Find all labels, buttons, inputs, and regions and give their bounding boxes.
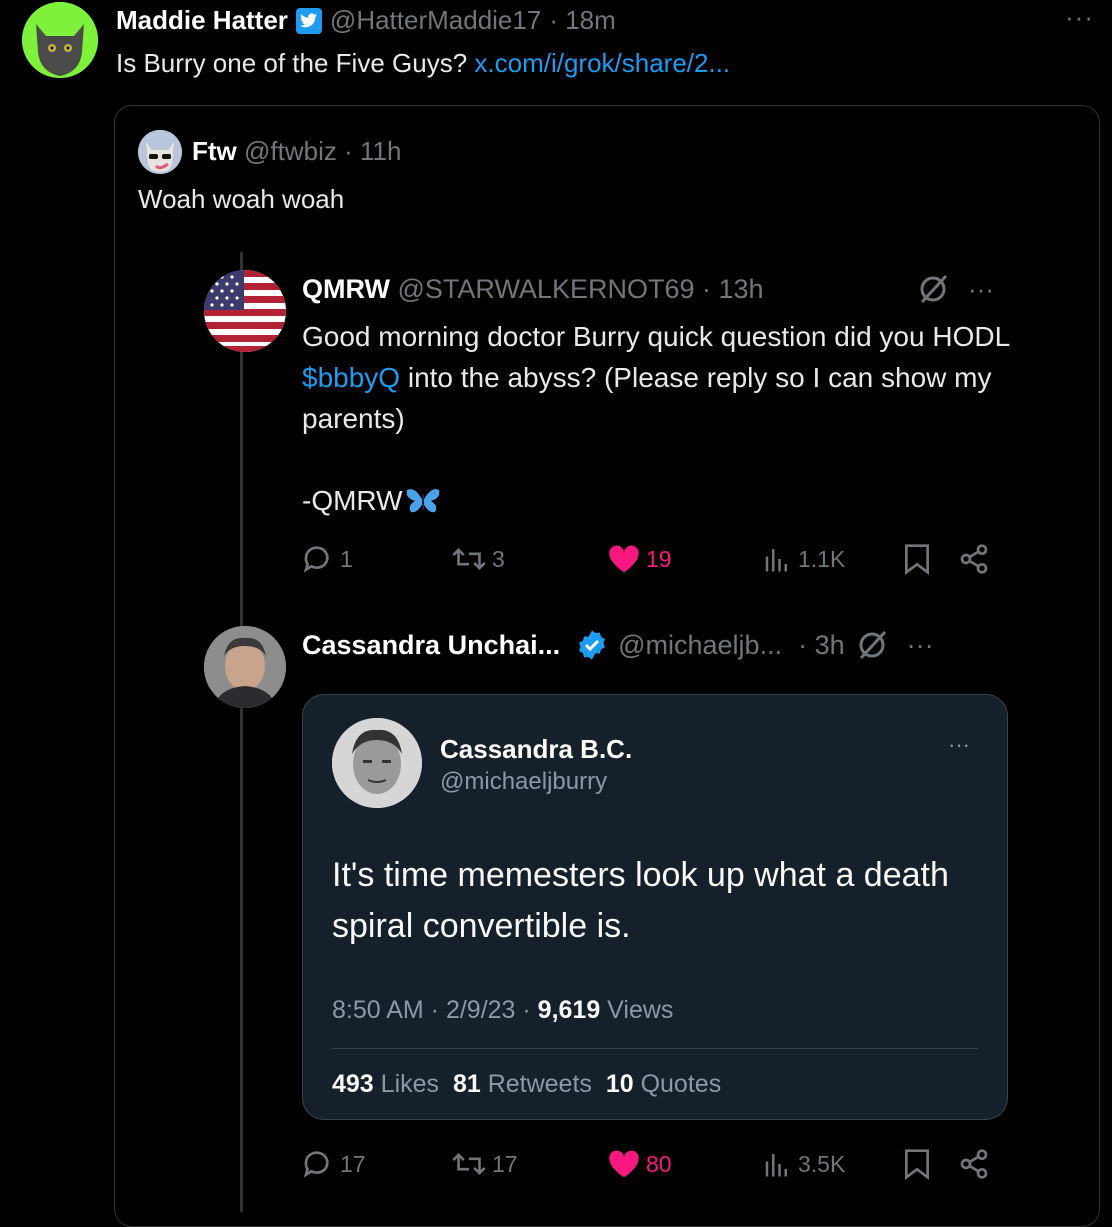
retweet-action: 17	[452, 1149, 608, 1179]
reply-count: 17	[340, 1150, 366, 1177]
reply-header-icons: ···	[916, 272, 994, 306]
avatar	[332, 718, 422, 808]
portrait-avatar-icon	[204, 626, 286, 708]
tweet-text-body: Is Burry one of the Five Guys?	[116, 48, 468, 78]
reply-signature: -QMRW	[302, 485, 403, 516]
reply-author-name: QMRW	[302, 274, 390, 304]
grok-icon	[920, 274, 948, 304]
retweet-count: 17	[492, 1150, 518, 1177]
bookmark-icon	[905, 1149, 929, 1180]
reply-author-name: Cassandra Unchai...	[302, 629, 561, 660]
retweet-icon	[452, 1152, 486, 1176]
quoted-author-row: Ftw @ftwbiz · 11h	[192, 136, 401, 167]
thread-connector-line	[240, 252, 243, 1212]
more-options-icon: ···	[968, 273, 994, 304]
views-action: 1.1K	[762, 544, 902, 574]
retweet-icon	[452, 547, 486, 571]
embedded-retweets-label: Retweets	[480, 1070, 592, 1098]
views-chart-icon	[765, 1154, 787, 1177]
embedded-quotes-count: 10	[605, 1070, 634, 1098]
share-icon	[960, 1149, 988, 1179]
like-action: 80	[608, 1149, 762, 1179]
avatar[interactable]	[22, 2, 98, 78]
like-count: 80	[646, 1150, 672, 1177]
views-action: 3.5K	[762, 1149, 902, 1179]
reply-author-handle: @STARWALKERNOT69	[397, 274, 695, 304]
reply-icon	[303, 1151, 329, 1178]
reply-time: · 3h	[798, 629, 845, 660]
quoted-author-name[interactable]: Ftw	[192, 136, 237, 166]
like-action: 19	[608, 544, 762, 574]
more-options-icon[interactable]: ···	[1065, 2, 1094, 33]
more-options-icon: ···	[948, 732, 970, 757]
reply-text-part: Good morning doctor Burry quick question…	[302, 321, 1010, 352]
reply-author-row: Cassandra Unchai... @michaeljb... · 3h ·…	[302, 628, 934, 662]
cat-avatar-icon	[22, 2, 98, 78]
embedded-tweet-meta: 8:50 AM · 2/9/23 · 9,619 Views	[332, 996, 673, 1025]
author-name[interactable]: Maddie Hatter	[116, 5, 288, 36]
retweet-count: 3	[492, 545, 505, 572]
quoted-tweet-time: · 11h	[344, 136, 402, 166]
reply-author-handle: @michaeljb...	[618, 629, 783, 660]
embedded-quotes-label: Quotes	[633, 1070, 722, 1098]
bw-portrait-avatar-icon	[332, 718, 422, 808]
avatar	[204, 626, 286, 708]
share-icon	[960, 544, 988, 574]
grok-share-link[interactable]: x.com/i/grok/share/2...	[474, 48, 730, 78]
embedded-tweet-stats: 493 Likes 81 Retweets 10 Quotes	[332, 1070, 721, 1099]
heart-filled-icon	[609, 1150, 639, 1178]
cashtag-link: $bbbyQ	[302, 362, 401, 393]
bookmark-icon	[905, 544, 929, 575]
quoted-tweet-text: Woah woah woah	[138, 184, 345, 214]
author-handle[interactable]: @HatterMaddie17	[330, 5, 541, 36]
tweet-time[interactable]: · 18m	[549, 5, 615, 36]
view-count: 3.5K	[798, 1150, 846, 1177]
reply-time: · 13h	[702, 274, 764, 304]
embedded-author-handle: @michaeljburry	[440, 768, 608, 795]
divider	[332, 1048, 978, 1049]
heart-filled-icon	[609, 545, 639, 573]
embedded-views-label: Views	[600, 996, 674, 1024]
more-options-icon: ···	[906, 629, 934, 660]
reply-action: 17	[302, 1148, 452, 1180]
view-count: 1.1K	[798, 545, 846, 572]
embedded-tweet-time: 8:50 AM · 2/9/23 ·	[332, 996, 538, 1024]
butterfly-emoji-icon	[406, 488, 439, 512]
tweet-text: Is Burry one of the Five Guys? x.com/i/g…	[116, 48, 730, 79]
reply-action-bar: 17 17 80 3.5K	[302, 1148, 1012, 1180]
reply-icon	[303, 546, 329, 573]
avatar[interactable]	[138, 130, 182, 174]
us-flag-icon	[204, 270, 286, 352]
retweet-action: 3	[452, 544, 608, 574]
avatar	[204, 270, 286, 352]
reply-action-bar: 1 3 19 1.1K	[302, 543, 1012, 575]
reply-author-row: QMRW @STARWALKERNOT69 · 13h	[302, 274, 764, 305]
views-chart-icon	[765, 549, 787, 572]
embedded-likes-label: Likes	[373, 1070, 440, 1098]
reply-text: Good morning doctor Burry quick question…	[302, 316, 1022, 521]
embedded-retweets-count: 81	[452, 1070, 481, 1098]
verified-bird-icon	[295, 7, 322, 34]
reply-text-part: into the abyss? (Please reply so I can s…	[302, 362, 992, 434]
quoted-author-handle[interactable]: @ftwbiz	[244, 136, 337, 166]
author-row: Maddie Hatter @HatterMaddie17 · 18m	[116, 5, 616, 36]
cat-sunglasses-avatar-icon	[138, 130, 182, 174]
reply-action: 1	[302, 543, 452, 575]
embedded-tweet-text: It's time memesters look up what a death…	[332, 856, 949, 945]
grok-icon	[859, 630, 886, 660]
like-count: 19	[646, 545, 672, 572]
verified-badge-icon	[579, 630, 606, 660]
reply-count: 1	[340, 545, 353, 572]
embedded-views-count: 9,619	[537, 996, 601, 1024]
embedded-likes-count: 493	[332, 1070, 374, 1098]
embedded-author-name: Cassandra B.C.	[440, 734, 633, 764]
